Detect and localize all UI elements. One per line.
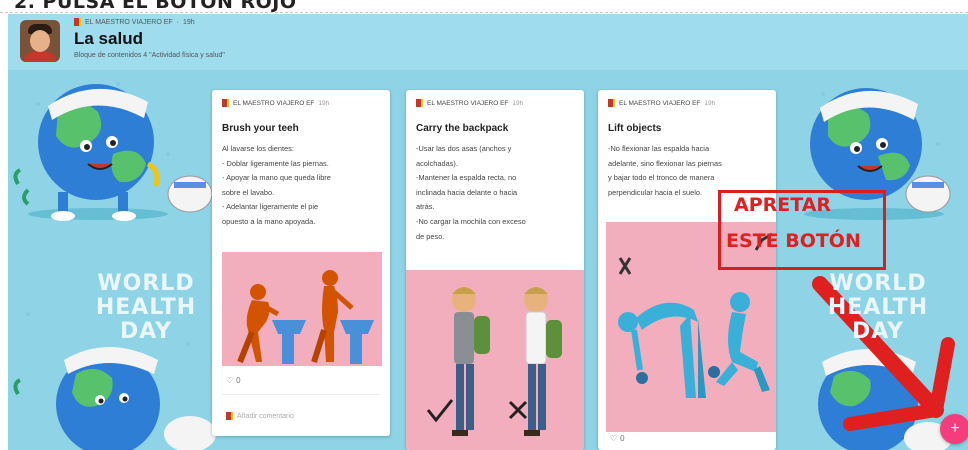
heart-icon[interactable]: ♡ [610, 434, 617, 443]
annotation-line-1: APRETAR [734, 194, 832, 216]
post-body-line: - Adelantar ligeramente el pie [222, 202, 319, 212]
flag-icon [74, 18, 81, 26]
post-body-line: sobre el lavabo. [222, 187, 275, 197]
heart-icon[interactable]: ♡ [226, 376, 233, 385]
cross-icon [618, 257, 632, 275]
post-card-lift-objects[interactable]: EL MAESTRO VIAJERO EF 19h Lift objects -… [598, 90, 776, 450]
like-control[interactable]: ♡ 0 [610, 434, 625, 443]
board-time: 19h [183, 18, 195, 26]
post-author: EL MAESTRO VIAJERO EF 19h [222, 99, 329, 107]
wallpaper-text-line: HEALTH DAY [95, 295, 197, 344]
instruction-header-strip: 2. PULSA EL BOTÓN ROJO [0, 0, 968, 14]
post-body-line: - Apoyar la mano que queda libre [222, 173, 331, 183]
post-body-line: y bajar todo el tronco de manera [608, 173, 715, 183]
post-author: EL MAESTRO VIAJERO EF 19h [416, 99, 523, 107]
wallpaper-text-line: WORLD [97, 271, 195, 296]
wallpaper-text-left: WORLD HEALTH DAY [66, 272, 226, 344]
cross-icon [508, 400, 528, 420]
post-body-line: -No cargar la mochila con exceso [416, 216, 526, 226]
wallpaper-text-right: WORLD HEALTH DAY [798, 272, 958, 344]
post-card-brush-teeth[interactable]: EL MAESTRO VIAJERO EF 19h Brush your tee… [212, 90, 390, 436]
post-image-brushing[interactable] [222, 252, 382, 366]
post-body-line: inclinada hacia delante o hacia [416, 187, 518, 197]
board-subtitle: Bloque de contenidos 4 "Actividad física… [74, 52, 225, 59]
padlet-board: WORLD HEALTH DAY WORLD HEALTH DAY EL MAE… [8, 14, 968, 450]
flag-icon [416, 99, 423, 107]
post-author-name: EL MAESTRO VIAJERO EF [427, 99, 509, 107]
board-title: La salud [74, 29, 143, 48]
check-icon [426, 399, 454, 423]
board-header: EL MAESTRO VIAJERO EF · 19h La salud Blo… [8, 14, 968, 70]
comment-placeholder: Añadir comentario [237, 412, 294, 420]
post-author-name: EL MAESTRO VIAJERO EF [233, 99, 315, 107]
post-title: Brush your teeh [222, 123, 299, 134]
post-title: Lift objects [608, 123, 662, 134]
post-author-name: EL MAESTRO VIAJERO EF [619, 99, 701, 107]
avatar[interactable] [20, 20, 60, 62]
post-body-line: -No flexionar las espalda hacia [608, 144, 710, 153]
post-time: 19h [318, 99, 330, 107]
post-body-line: acolchadas). [416, 158, 458, 168]
flag-icon [226, 412, 233, 420]
flag-icon [222, 99, 229, 107]
post-body-line: -Mantener la espalda recta, no [416, 173, 517, 183]
post-title: Carry the backpack [416, 123, 509, 134]
post-time: 19h [512, 99, 524, 107]
post-body-line: Al lavarse los dientes: [222, 144, 294, 153]
plus-icon[interactable]: + [950, 420, 959, 437]
post-body-line: adelante, sino flexionar las piernas [608, 158, 722, 168]
post-image-backpack[interactable] [406, 270, 584, 450]
annotation-line-2: ESTE BOTÓN [726, 230, 861, 252]
post-body-line: -Usar las dos asas (anchos y [416, 144, 512, 153]
post-time: 19h [704, 99, 716, 107]
dashed-divider [0, 12, 968, 13]
post-card-backpack[interactable]: EL MAESTRO VIAJERO EF 19h Carry the back… [406, 90, 584, 450]
post-body: Al lavarse los dientes: - Doblar ligeram… [222, 142, 382, 230]
like-control[interactable]: ♡ 0 [226, 376, 241, 385]
post-body-line: de peso. [416, 231, 445, 241]
board-author-meta: EL MAESTRO VIAJERO EF · 19h [74, 18, 195, 26]
add-post-button[interactable]: + [940, 414, 968, 444]
like-count: 0 [620, 434, 625, 443]
wallpaper-text-line: WORLD [829, 271, 927, 296]
flag-icon [608, 99, 615, 107]
post-body-line: opuesto a la mano apoyada. [222, 216, 316, 226]
comment-input[interactable]: Añadir comentario [226, 412, 294, 420]
like-count: 0 [236, 376, 241, 385]
board-author[interactable]: EL MAESTRO VIAJERO EF [85, 19, 173, 26]
post-body: -Usar las dos asas (anchos y acolchadas)… [416, 142, 576, 244]
wallpaper-text-line: HEALTH DAY [827, 295, 929, 344]
post-body-line: atrás. [416, 202, 435, 212]
post-body-line: - Doblar ligeramente las piernas. [222, 158, 329, 168]
post-author: EL MAESTRO VIAJERO EF 19h [608, 99, 715, 107]
